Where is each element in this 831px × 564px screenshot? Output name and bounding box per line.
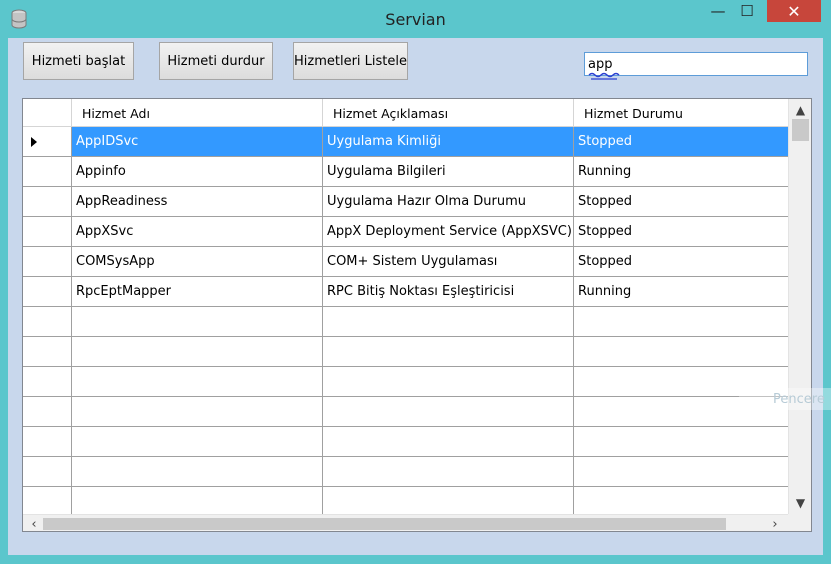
grid-header: Hizmet Adı Hizmet Açıklaması Hizmet Duru… (23, 99, 788, 127)
app-window: Servian — ☐ ✕ Hizmeti başlat Hizmeti dur… (0, 0, 831, 564)
service-description-cell[interactable]: Uygulama Hazır Olma Durumu (323, 187, 574, 216)
table-row[interactable]: AppXSvc AppX Deployment Service (AppXSVC)… (23, 217, 788, 247)
horizontal-scroll-thumb[interactable] (43, 518, 726, 530)
services-grid[interactable]: Hizmet Adı Hizmet Açıklaması Hizmet Duru… (22, 98, 812, 532)
title-bar[interactable]: Servian — ☐ ✕ (0, 0, 831, 38)
scrollbar-corner (788, 514, 811, 531)
client-area: Hizmeti başlat Hizmeti durdur Hizmetleri… (8, 38, 823, 555)
service-status-cell[interactable]: Stopped (574, 127, 788, 156)
service-description-cell[interactable]: Uygulama Bilgileri (323, 157, 574, 186)
row-header-cell[interactable] (23, 487, 72, 516)
empty-table-row[interactable] (23, 337, 788, 367)
vertical-scroll-thumb[interactable] (792, 119, 809, 141)
empty-table-row[interactable] (23, 397, 788, 427)
service-description-cell[interactable]: COM+ Sistem Uygulaması (323, 247, 574, 276)
close-button[interactable]: ✕ (767, 0, 821, 22)
row-header-cell[interactable] (23, 277, 72, 306)
scroll-left-icon[interactable]: ‹ (25, 515, 43, 532)
service-name-cell[interactable] (72, 487, 323, 516)
row-header-cell[interactable] (23, 157, 72, 186)
empty-table-row[interactable] (23, 367, 788, 397)
row-header-cell[interactable] (23, 337, 72, 366)
service-status-cell[interactable]: Running (574, 157, 788, 186)
row-header-corner (23, 99, 72, 127)
list-services-button[interactable]: Hizmetleri Listele (293, 42, 408, 80)
row-header-cell[interactable] (23, 457, 72, 486)
grid-rows: AppIDSvc Uygulama Kimliği Stopped Appinfo Uy… (23, 127, 788, 517)
service-description-cell[interactable] (323, 457, 574, 486)
row-header-cell[interactable] (23, 307, 72, 336)
table-row[interactable]: COMSysApp COM+ Sistem Uygulaması Stopped (23, 247, 788, 277)
stop-service-button[interactable]: Hizmeti durdur (159, 42, 273, 80)
minimize-button[interactable]: — (705, 0, 731, 22)
service-description-cell[interactable] (323, 337, 574, 366)
service-description-cell[interactable]: Uygulama Kimliği (323, 127, 574, 156)
empty-table-row[interactable] (23, 487, 788, 517)
table-row[interactable]: AppIDSvc Uygulama Kimliği Stopped (23, 127, 788, 157)
empty-table-row[interactable] (23, 307, 788, 337)
table-row[interactable]: RpcEptMapper RPC Bitiş Noktası Eşleştiric… (23, 277, 788, 307)
table-row[interactable]: AppReadiness Uygulama Hazır Olma Durumu St… (23, 187, 788, 217)
empty-table-row[interactable] (23, 427, 788, 457)
service-status-cell[interactable] (574, 457, 788, 486)
maximize-button[interactable]: ☐ (734, 0, 760, 22)
row-header-cell[interactable] (23, 127, 72, 156)
service-name-cell[interactable] (72, 427, 323, 456)
service-description-cell[interactable] (323, 397, 574, 426)
service-name-cell[interactable] (72, 307, 323, 336)
row-header-cell[interactable] (23, 247, 72, 276)
service-status-cell[interactable]: Stopped (574, 187, 788, 216)
service-name-cell[interactable] (72, 457, 323, 486)
table-row[interactable]: Appinfo Uygulama Bilgileri Running (23, 157, 788, 187)
scroll-right-icon[interactable]: › (766, 515, 784, 532)
start-service-button[interactable]: Hizmeti başlat (23, 42, 134, 80)
column-header-name[interactable]: Hizmet Adı (72, 99, 323, 127)
service-name-cell[interactable]: Appinfo (72, 157, 323, 186)
service-status-cell[interactable] (574, 307, 788, 336)
service-name-cell[interactable]: AppXSvc (72, 217, 323, 246)
service-name-cell[interactable]: RpcEptMapper (72, 277, 323, 306)
service-description-cell[interactable] (323, 367, 574, 396)
current-row-arrow-icon (31, 137, 37, 147)
vertical-scrollbar[interactable]: ▲ ▼ (788, 99, 811, 514)
service-description-cell[interactable] (323, 427, 574, 456)
scroll-down-icon[interactable]: ▼ (789, 494, 811, 512)
service-name-cell[interactable]: COMSysApp (72, 247, 323, 276)
column-header-description[interactable]: Hizmet Açıklaması (323, 99, 574, 127)
row-header-cell[interactable] (23, 187, 72, 216)
service-description-cell[interactable] (323, 307, 574, 336)
service-name-cell[interactable]: AppReadiness (72, 187, 323, 216)
service-description-cell[interactable] (323, 487, 574, 516)
service-status-cell[interactable]: Stopped (574, 247, 788, 276)
row-header-cell[interactable] (23, 367, 72, 396)
service-name-cell[interactable] (72, 337, 323, 366)
overlay-watermark: Pencere (739, 388, 831, 410)
service-description-cell[interactable]: RPC Bitiş Noktası Eşleştiricisi (323, 277, 574, 306)
service-name-cell[interactable]: AppIDSvc (72, 127, 323, 156)
service-description-cell[interactable]: AppX Deployment Service (AppXSVC) (323, 217, 574, 246)
service-status-cell[interactable] (574, 487, 788, 516)
column-header-status[interactable]: Hizmet Durumu (574, 99, 788, 127)
service-name-cell[interactable] (72, 367, 323, 396)
service-status-cell[interactable] (574, 337, 788, 366)
service-status-cell[interactable] (574, 427, 788, 456)
service-status-cell[interactable]: Running (574, 277, 788, 306)
row-header-cell[interactable] (23, 397, 72, 426)
empty-table-row[interactable] (23, 457, 788, 487)
spellcheck-underline (588, 72, 620, 80)
service-name-cell[interactable] (72, 397, 323, 426)
row-header-cell[interactable] (23, 217, 72, 246)
scroll-up-icon[interactable]: ▲ (789, 101, 811, 119)
service-status-cell[interactable]: Stopped (574, 217, 788, 246)
row-header-cell[interactable] (23, 427, 72, 456)
horizontal-scrollbar[interactable]: ‹ › (23, 514, 788, 532)
